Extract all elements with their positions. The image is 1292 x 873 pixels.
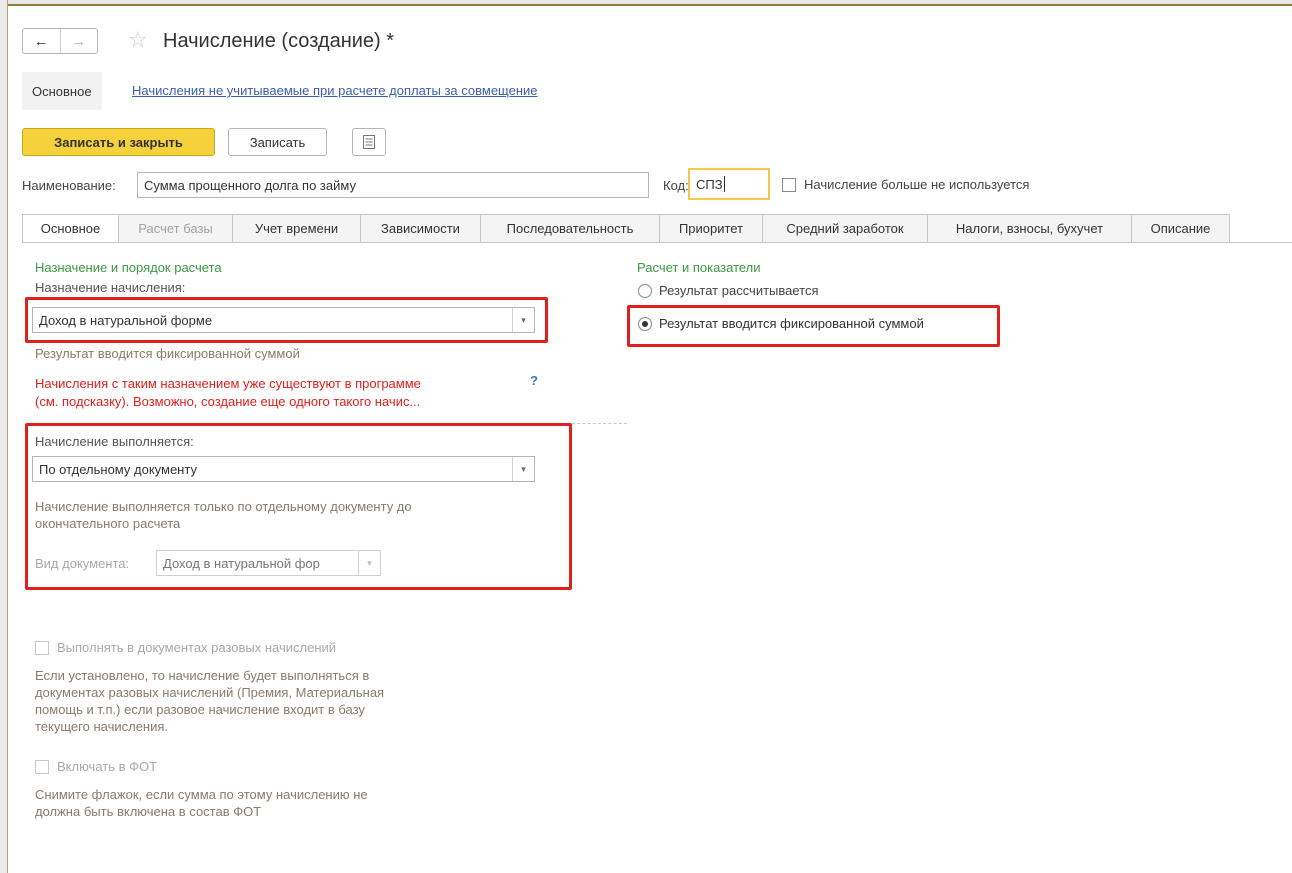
tab-main-top[interactable]: Основное [22, 72, 102, 110]
doc-type-value: Доход в натуральной фор [163, 555, 320, 571]
save-and-close-button[interactable]: Записать и закрыть [22, 128, 215, 156]
link-excluded-accruals[interactable]: Начисления не учитываемые при расчете до… [132, 83, 538, 98]
one-time-hint-1: Если установлено, то начисление будет вы… [35, 668, 370, 683]
radio-calc-label: Результат рассчитывается [659, 283, 819, 298]
tab-bar: Основное Расчет базы Учет времени Зависи… [22, 214, 1230, 243]
section-title-calc: Расчет и показатели [637, 260, 761, 275]
one-time-hint-4: текущего начисления. [35, 719, 169, 734]
history-nav: ← → [22, 28, 98, 54]
tab-priority[interactable]: Приоритет [660, 214, 763, 243]
unused-checkbox-label: Начисление больше не используется [804, 177, 1030, 192]
back-arrow-icon[interactable]: ← [23, 29, 60, 53]
tab-sequence[interactable]: Последовательность [481, 214, 660, 243]
fot-checkbox-row: Включать в ФОТ [35, 759, 157, 774]
tab-time-tracking[interactable]: Учет времени [233, 214, 361, 243]
duplicate-warning-line-2: (см. подсказку). Возможно, создание еще … [35, 394, 421, 409]
save-button[interactable]: Записать [228, 128, 327, 156]
radio-fixed-label: Результат вводится фиксированной суммой [659, 316, 924, 331]
fot-hint-1: Снимите флажок, если сумма по этому начи… [35, 787, 368, 802]
fot-label: Включать в ФОТ [57, 759, 158, 774]
window-left-border [0, 0, 8, 873]
one-time-hint-2: документах разовых начислений (Премия, М… [35, 685, 385, 700]
radio-calc-row[interactable]: Результат рассчитывается [638, 283, 819, 298]
doc-type-select: Доход в натуральной фор ▾ [156, 550, 381, 576]
tab-dependencies[interactable]: Зависимости [361, 214, 481, 243]
duplicate-warning-line-1: Начисления с таким назначением уже сущес… [35, 376, 421, 391]
help-icon[interactable]: ? [530, 373, 538, 388]
performed-value: По отдельному документу [39, 461, 197, 477]
one-time-checkbox-row: Выполнять в документах разовых начислени… [35, 640, 336, 655]
tab-divider [22, 242, 1292, 243]
tab-taxes[interactable]: Налоги, взносы, бухучет [928, 214, 1132, 243]
performed-label: Начисление выполняется: [35, 434, 194, 449]
purpose-label: Назначение начисления: [35, 280, 186, 295]
chevron-down-icon: ▾ [358, 551, 380, 575]
radio-calc[interactable] [638, 283, 652, 298]
window-top-border [0, 0, 1292, 6]
page-title: Начисление (создание) * [163, 30, 395, 52]
tab-average-earnings[interactable]: Средний заработок [763, 214, 928, 243]
document-list-icon [363, 135, 375, 149]
purpose-hint: Результат вводится фиксированной суммой [35, 346, 300, 361]
fot-hint-2: должна быть включена в состав ФОТ [35, 804, 262, 819]
section-title-purpose: Назначение и порядок расчета [35, 260, 222, 275]
fot-checkbox[interactable] [35, 759, 49, 774]
radio-selected-dot [642, 320, 648, 327]
one-time-label: Выполнять в документах разовых начислени… [57, 640, 337, 655]
purpose-select[interactable]: Доход в натуральной форме ▾ [32, 307, 535, 333]
name-input[interactable]: Сумма прощенного долга по займу [137, 172, 649, 198]
chevron-down-icon[interactable]: ▾ [512, 457, 534, 481]
text-cursor [723, 176, 725, 192]
report-icon-button[interactable] [352, 128, 386, 156]
radio-fixed[interactable] [638, 316, 652, 331]
favorite-star-icon[interactable]: ☆ [128, 27, 148, 53]
performed-select[interactable]: По отдельному документу ▾ [32, 456, 535, 482]
name-label: Наименование: [22, 178, 116, 193]
one-time-hint-3: помощь и т.п.) если разовое начисление в… [35, 702, 365, 717]
chevron-down-icon[interactable]: ▾ [512, 308, 534, 332]
tab-main[interactable]: Основное [22, 214, 119, 243]
code-label: Код: [663, 178, 689, 193]
unused-checkbox[interactable] [782, 177, 796, 192]
purpose-value: Доход в натуральной форме [39, 312, 213, 328]
performed-hint-line-2: окончательного расчета [35, 516, 181, 531]
code-value: СПЗ [696, 176, 723, 192]
radio-fixed-row[interactable]: Результат вводится фиксированной суммой [638, 316, 924, 331]
unused-checkbox-row: Начисление больше не используется [782, 177, 1029, 192]
doc-type-label: Вид документа: [35, 556, 130, 571]
tab-base-calc[interactable]: Расчет базы [119, 214, 233, 243]
forward-arrow-icon[interactable]: → [59, 29, 98, 53]
code-input[interactable]: СПЗ [688, 168, 770, 200]
performed-hint-line-1: Начисление выполняется только по отдельн… [35, 499, 412, 514]
tab-description[interactable]: Описание [1132, 214, 1230, 243]
one-time-checkbox[interactable] [35, 640, 49, 655]
separator [572, 423, 627, 424]
